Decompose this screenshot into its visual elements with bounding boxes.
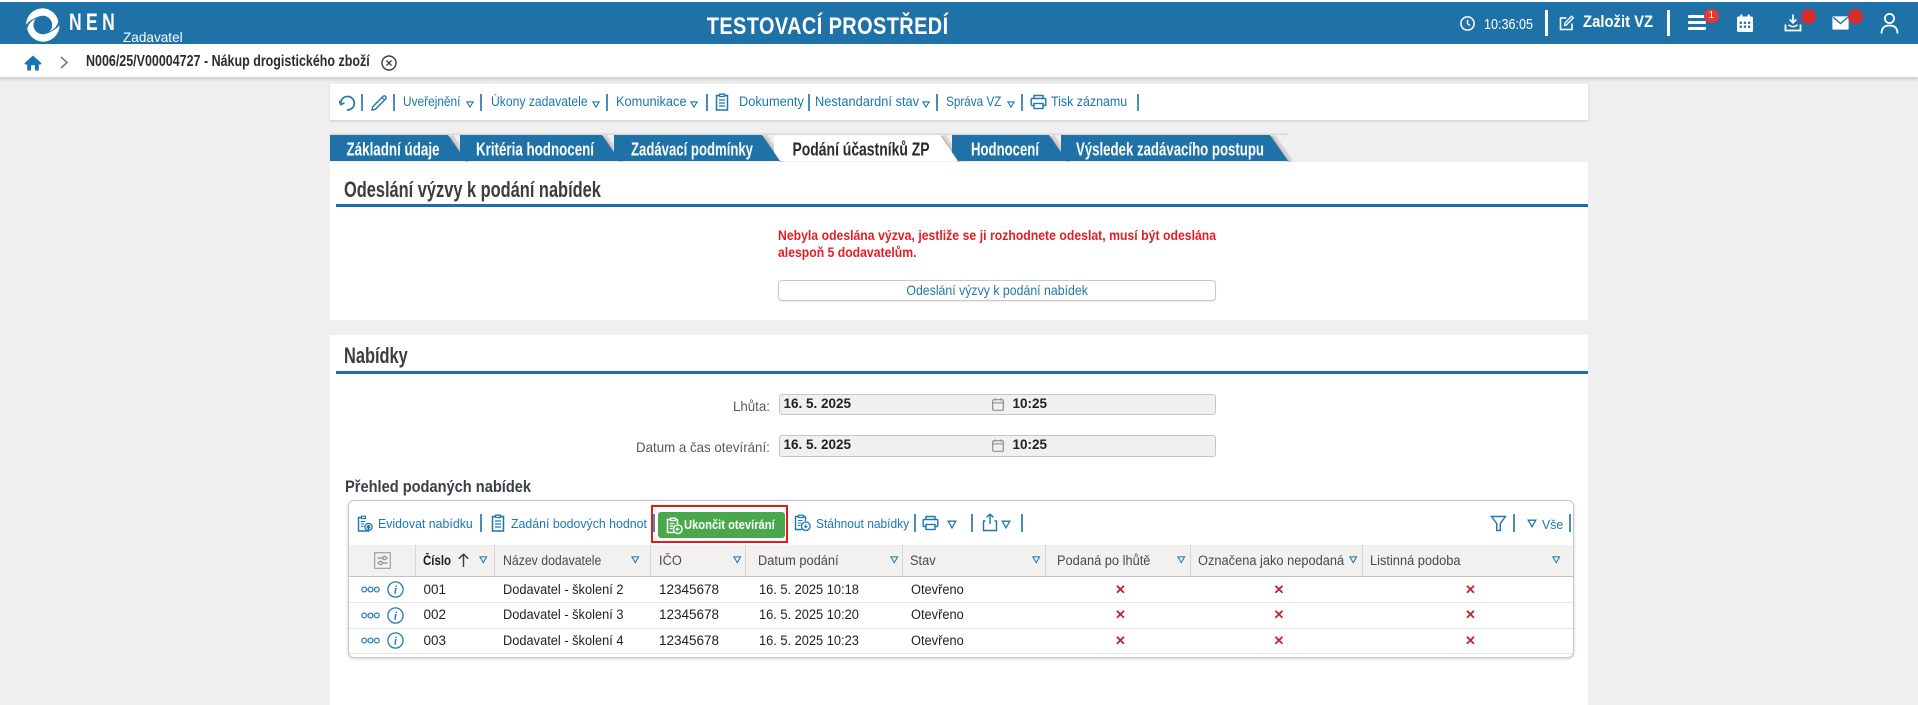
svg-text:i: i — [394, 585, 398, 597]
svg-text:Zadávací podmínky: Zadávací podmínky — [631, 139, 753, 159]
svg-text:Kritéria hodnocení: Kritéria hodnocení — [476, 139, 595, 159]
svg-text:Základní údaje: Základní údaje — [347, 139, 440, 159]
svg-text:Hodnocení: Hodnocení — [971, 139, 1040, 159]
svg-text:i: i — [394, 610, 398, 622]
svg-text:Výsledek zadávacího postupu: Výsledek zadávacího postupu — [1076, 139, 1264, 159]
svg-text:i: i — [394, 636, 398, 648]
svg-text:Podání účastníků ZP: Podání účastníků ZP — [793, 139, 930, 159]
